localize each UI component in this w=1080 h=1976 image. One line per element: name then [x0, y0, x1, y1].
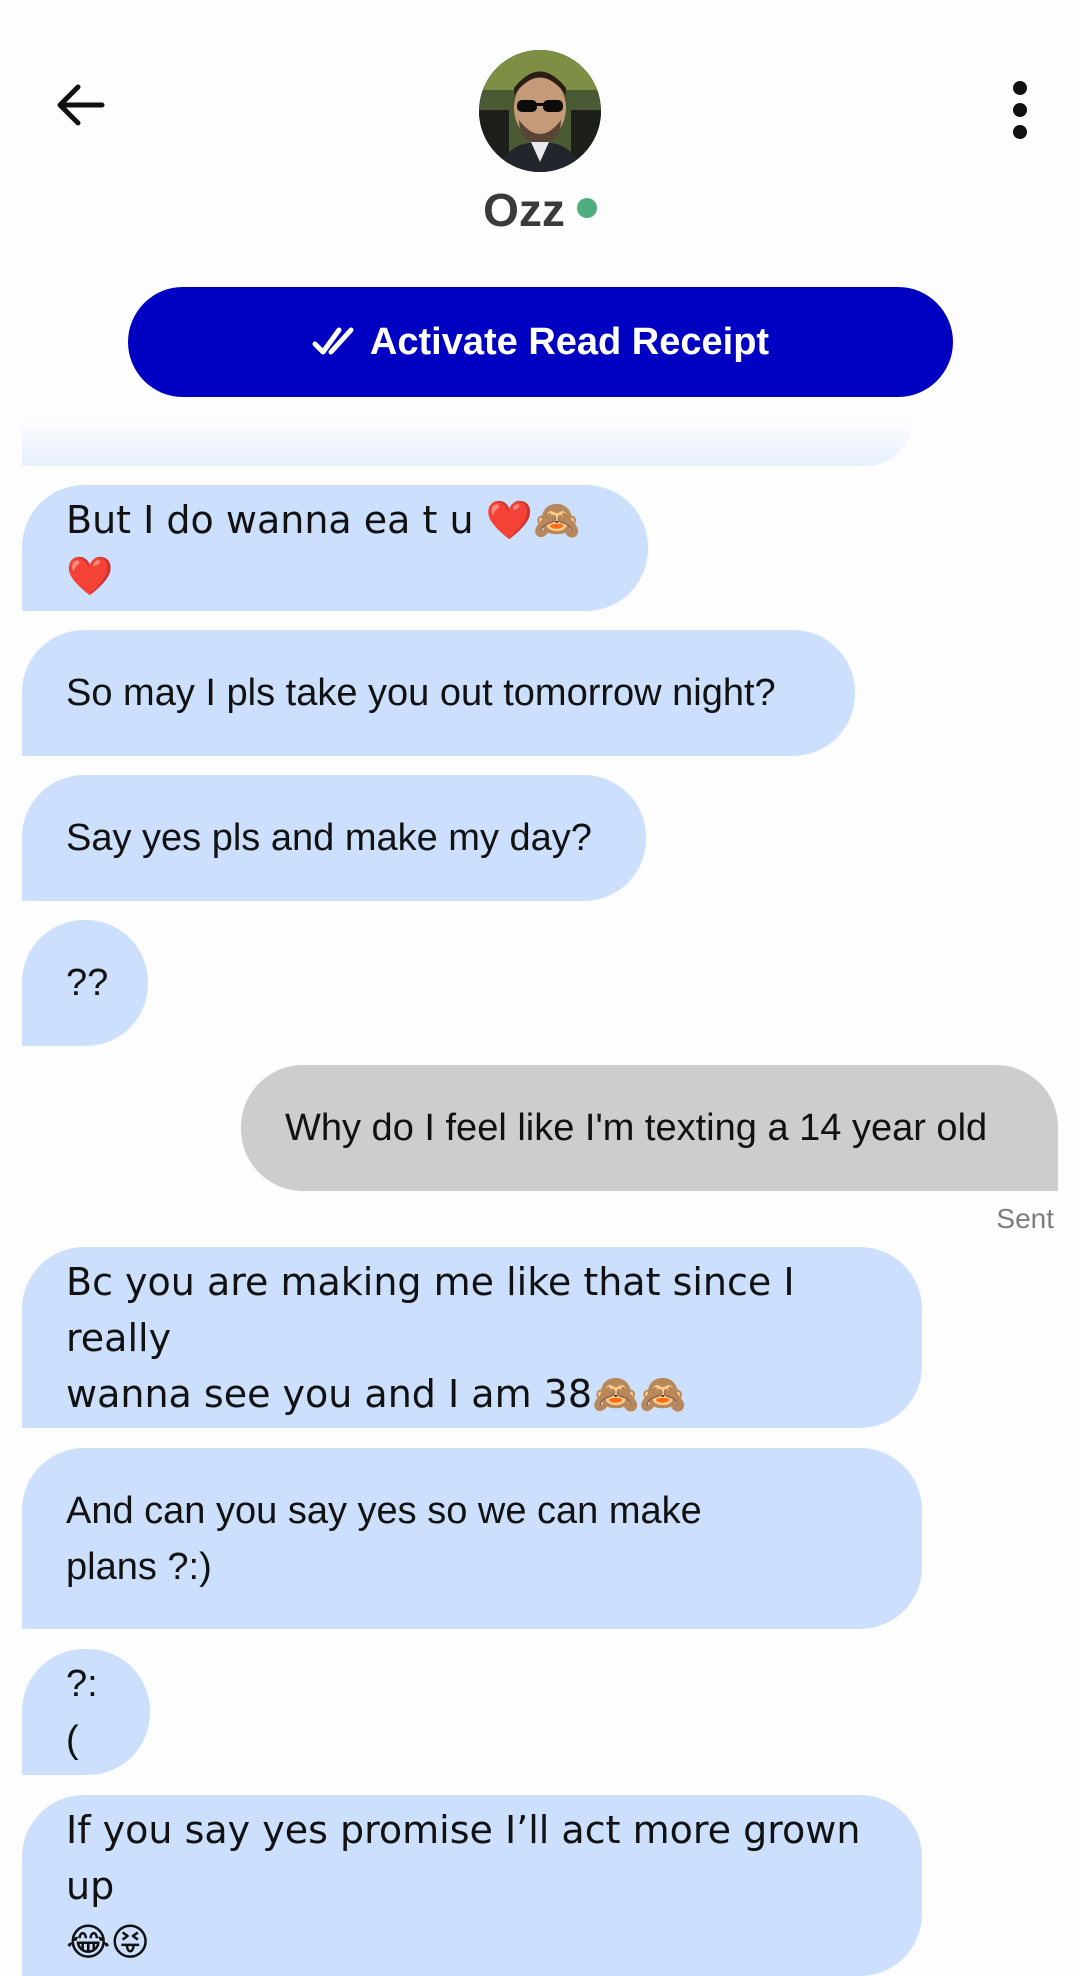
partial-message-bubble [22, 420, 912, 466]
activate-read-receipt-button[interactable]: Activate Read Receipt [128, 287, 953, 397]
message-text: Say yes pls and make my day? [66, 817, 592, 859]
message-bubble-incoming[interactable]: Say yes pls and make my day? [22, 775, 646, 901]
more-options-button[interactable] [990, 70, 1050, 150]
message-text: If you say yes promise I’ll act more gro… [66, 1807, 861, 1964]
message-bubble-incoming[interactable]: Bc you are making me like that since I r… [22, 1247, 922, 1428]
arrow-left-icon [57, 84, 105, 126]
message-bubble-incoming[interactable]: So may I pls take you out tomorrow night… [22, 630, 855, 756]
message-bubble-incoming[interactable]: ?:( [22, 1649, 150, 1775]
back-button[interactable] [40, 70, 120, 140]
double-check-icon [312, 327, 354, 355]
chat-header: Ozz Activate Read Receipt [0, 0, 1080, 400]
contact-avatar[interactable] [479, 50, 601, 172]
message-text: Why do I feel like I'm texting a 14 year… [285, 1107, 988, 1149]
online-status-dot [576, 198, 597, 218]
message-text: So may I pls take you out tomorrow night… [66, 672, 776, 714]
message-bubble-incoming[interactable]: But I do wanna ea t u ❤️🙈❤️ [22, 485, 648, 611]
contact-name[interactable]: Ozz [483, 183, 565, 237]
message-status: Sent [996, 1203, 1054, 1234]
message-text: ?? [66, 962, 109, 1004]
message-bubble-outgoing[interactable]: Why do I feel like I'm texting a 14 year… [241, 1065, 1058, 1191]
message-text: Bc you are making me like that since I r… [66, 1259, 795, 1416]
contact-name-row: Ozz [0, 183, 1080, 237]
message-bubble-incoming[interactable]: If you say yes promise I’ll act more gro… [22, 1795, 922, 1976]
more-vertical-icon [1013, 81, 1027, 139]
message-text: But I do wanna ea t u ❤️🙈❤️ [66, 498, 581, 598]
message-text: And can you say yes so we can make plans… [66, 1489, 702, 1588]
message-bubble-incoming[interactable]: ?? [22, 920, 148, 1046]
read-receipt-label: Activate Read Receipt [369, 320, 770, 363]
message-text: ?:( [66, 1663, 98, 1761]
message-bubble-incoming[interactable]: And can you say yes so we can make plans… [22, 1448, 922, 1629]
